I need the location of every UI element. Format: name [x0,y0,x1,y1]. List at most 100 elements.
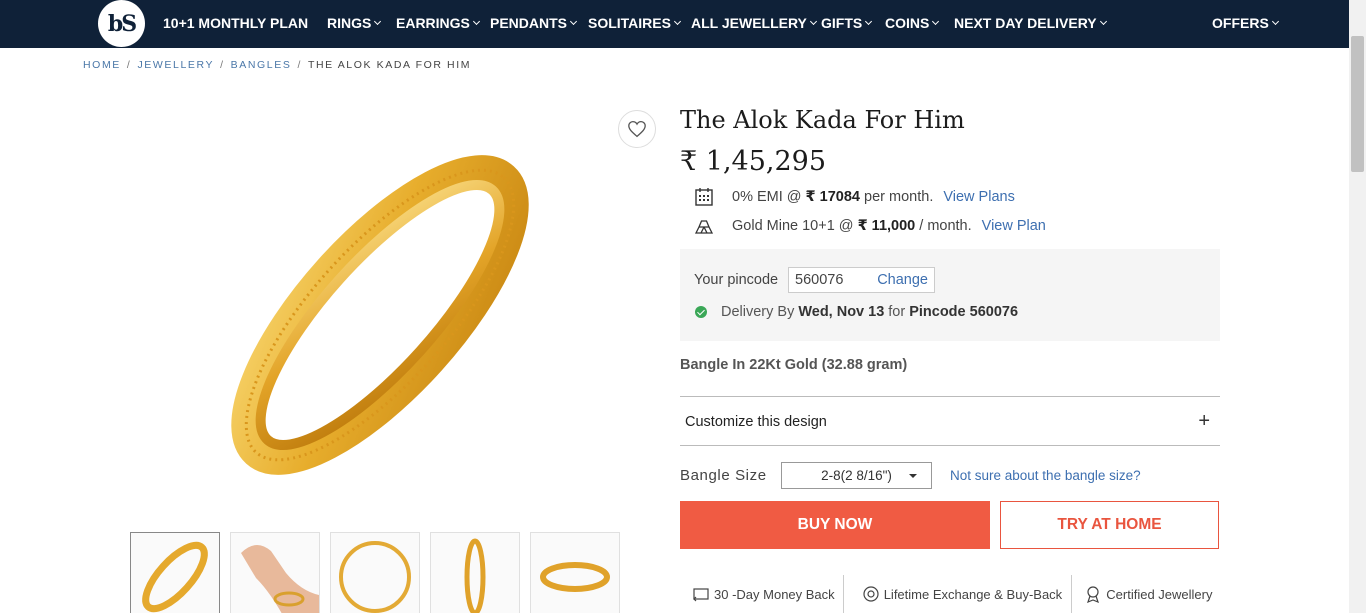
gold-bars-icon [694,220,714,234]
nav-item-label: RINGS [327,15,372,31]
chevron-down-icon [809,17,817,26]
product-title: The Alok Kada For Him [680,106,965,134]
nav-item-monthly-plan[interactable]: 10+1 MONTHLY PLAN [163,15,308,31]
buy-now-button[interactable]: BUY NOW [680,501,990,549]
assurance-certified: Certified Jewellery [1072,575,1220,613]
breadcrumb-separator: / [126,59,132,71]
assurance-label: Certified Jewellery [1106,586,1213,602]
product-thumbnail[interactable] [130,532,220,613]
top-nav-bar: bS 10+1 MONTHLY PLAN RINGS EARRINGS PEND… [0,0,1366,48]
assurance-exchange: Lifetime Exchange & Buy-Back [844,575,1072,613]
bangle-thumbnail-image [142,541,208,613]
goldmine-row: Gold Mine 10+1 @ ₹ 11,000 / month. View … [694,216,1046,236]
breadcrumb-bangles[interactable]: BANGLES [231,59,292,71]
brand-logo-text: bS [107,10,137,37]
chevron-down-icon [865,17,873,26]
breadcrumb-separator: / [220,59,225,71]
emi-amount: ₹ 17084 [805,189,860,205]
calendar-icon [695,188,713,206]
goldmine-amount: ₹ 11,000 [857,218,916,234]
assurance-label: Lifetime Exchange & Buy-Back [883,586,1063,602]
product-thumbnail[interactable] [330,532,420,613]
nav-item-label: 10+1 MONTHLY PLAN [163,15,309,31]
chevron-down-icon [673,17,682,26]
change-pincode-link[interactable]: Change [877,272,928,288]
product-price: ₹ 1,45,295 [680,146,826,177]
nav-item-earrings[interactable]: EARRINGS [396,15,480,31]
pincode-panel: Your pincode 560076 Change Delivery By W… [680,249,1220,341]
breadcrumb: HOME / JEWELLERY / BANGLES / THE ALOK KA… [83,59,471,71]
chevron-down-icon [1099,17,1107,26]
product-material: Bangle In 22Kt Gold (32.88 gram) [680,357,908,373]
nav-item-label: COINS [885,15,930,31]
product-thumbnail[interactable] [530,532,620,613]
side-view-thumbnail-image [464,538,486,613]
certified-icon [1087,586,1100,603]
page-scrollbar[interactable] [1349,0,1366,613]
delivery-mid: for [888,304,906,320]
delivery-pincode: Pincode 560076 [909,304,1019,320]
nav-item-label: EARRINGS [396,15,470,31]
product-thumbnail[interactable] [230,532,320,613]
nav-item-solitaires[interactable]: SOLITAIRES [588,15,682,31]
nav-item-label: OFFERS [1212,15,1269,31]
emi-prefix: 0% EMI @ [732,189,802,205]
nav-item-label: PENDANTS [490,15,568,31]
nav-item-gifts[interactable]: GIFTS [821,15,873,31]
product-main-image[interactable] [200,130,560,500]
breadcrumb-jewellery[interactable]: JEWELLERY [137,59,214,71]
pincode-field[interactable]: 560076 Change [788,267,935,293]
nav-item-label: NEXT DAY DELIVERY [954,15,1097,31]
view-plan-link[interactable]: View Plan [982,218,1046,234]
customize-design-accordion[interactable]: Customize this design + [680,396,1220,446]
money-back-icon [693,588,709,602]
bangle-size-help-link[interactable]: Not sure about the bangle size? [950,468,1141,483]
assurance-label: 30 -Day Money Back [714,586,835,602]
assurance-money-back: 30 -Day Money Back [680,575,843,613]
chevron-down-icon [472,17,480,26]
delivery-date: Wed, Nov 13 [798,304,885,320]
nav-item-label: ALL JEWELLERY [691,15,807,31]
breadcrumb-separator: / [297,59,302,71]
dropdown-arrow-icon [909,474,917,478]
nav-item-label: SOLITAIRES [588,15,671,31]
angled-view-thumbnail-image [540,562,610,592]
worn-on-hand-thumbnail-image [241,545,319,613]
product-thumbnail[interactable] [430,532,520,613]
goldmine-suffix: / month. [919,218,972,234]
nav-item-next-day-delivery[interactable]: NEXT DAY DELIVERY [954,15,1107,31]
wishlist-button[interactable] [618,110,656,148]
delivery-info: Delivery By Wed, Nov 13 for Pincode 5600… [695,304,1022,320]
customize-label: Customize this design [685,414,827,430]
bangle-size-select[interactable]: 2-8(2 8/16") [781,462,932,489]
chevron-down-icon [932,17,940,26]
pincode-value[interactable]: 560076 [795,272,843,288]
plus-icon[interactable]: + [1198,410,1210,433]
exchange-icon [863,586,879,602]
assurance-strip: 30 -Day Money Back Lifetime Exchange & B… [680,575,1220,613]
front-view-thumbnail-image [339,541,411,613]
bangle-size-value: 2-8(2 8/16") [821,468,892,483]
breadcrumb-home[interactable]: HOME [83,59,121,71]
chevron-down-icon [374,17,382,26]
bangle-size-label: Bangle Size [680,467,767,484]
brand-logo[interactable]: bS [98,0,145,47]
pincode-label: Your pincode [694,272,779,288]
nav-item-pendants[interactable]: PENDANTS [490,15,578,31]
heart-icon [628,120,646,138]
emi-row: 0% EMI @ ₹ 17084 per month. View Plans [694,187,1015,207]
nav-item-coins[interactable]: COINS [885,15,940,31]
nav-item-rings[interactable]: RINGS [327,15,382,31]
breadcrumb-current: THE ALOK KADA FOR HIM [307,59,472,71]
nav-item-offers[interactable]: OFFERS [1212,15,1279,31]
scrollbar-thumb[interactable] [1351,36,1364,172]
delivery-prefix: Delivery By [721,304,795,320]
view-plans-link[interactable]: View Plans [943,189,1014,205]
nav-item-label: GIFTS [821,15,863,31]
nav-item-all-jewellery[interactable]: ALL JEWELLERY [691,15,817,31]
goldmine-prefix: Gold Mine 10+1 @ [732,218,854,234]
chevron-down-icon [1271,17,1279,26]
emi-suffix: per month. [864,189,934,205]
try-at-home-button[interactable]: TRY AT HOME [1000,501,1219,549]
chevron-down-icon [569,17,578,26]
